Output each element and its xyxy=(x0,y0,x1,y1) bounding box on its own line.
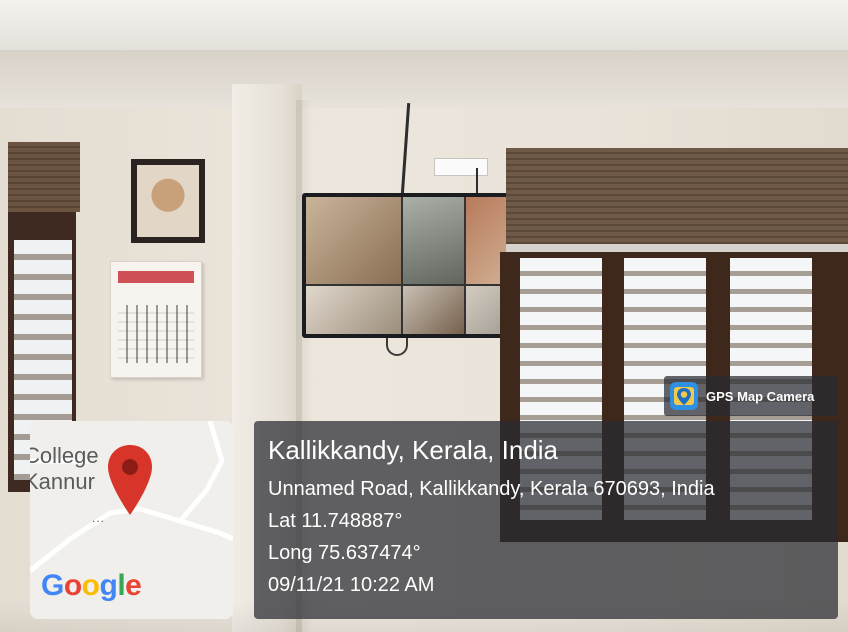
ceiling xyxy=(0,0,848,54)
map-camera-icon xyxy=(670,382,698,410)
ceiling-beam xyxy=(0,50,848,108)
portrait-frame xyxy=(131,159,205,243)
camera-feed xyxy=(306,197,402,285)
datetime: 09/11/21 10:22 AM xyxy=(268,574,435,596)
address: Unnamed Road, Kallikkandy, Kerala 670693… xyxy=(268,478,715,500)
map-thumbnail: College Kannur ... Google xyxy=(30,421,233,619)
gps-map-camera-badge: GPS Map Camera xyxy=(664,376,838,416)
calendar-dates xyxy=(118,305,194,363)
right-window-blind xyxy=(506,148,848,246)
left-window-blind xyxy=(8,142,80,212)
latitude: Lat 11.748887° xyxy=(268,510,403,532)
longitude: Long 75.637474° xyxy=(268,542,421,564)
place-name: Kallikkandy, Kerala, India xyxy=(268,435,559,465)
google-logo: Google xyxy=(41,569,142,602)
camera-feed xyxy=(403,197,464,285)
portrait-image xyxy=(137,165,199,237)
gps-badge-label: GPS Map Camera xyxy=(706,388,815,404)
socket-cable xyxy=(476,168,478,196)
camera-feed xyxy=(306,286,402,334)
power-socket xyxy=(434,158,488,176)
right-window-sill xyxy=(506,244,848,252)
map-pin-icon xyxy=(108,445,152,515)
map-dots: ... xyxy=(92,511,106,525)
calendar-header xyxy=(118,271,194,283)
location-info-panel: Kallikkandy, Kerala, India Unnamed Road,… xyxy=(254,421,838,619)
camera-feed xyxy=(403,286,464,334)
